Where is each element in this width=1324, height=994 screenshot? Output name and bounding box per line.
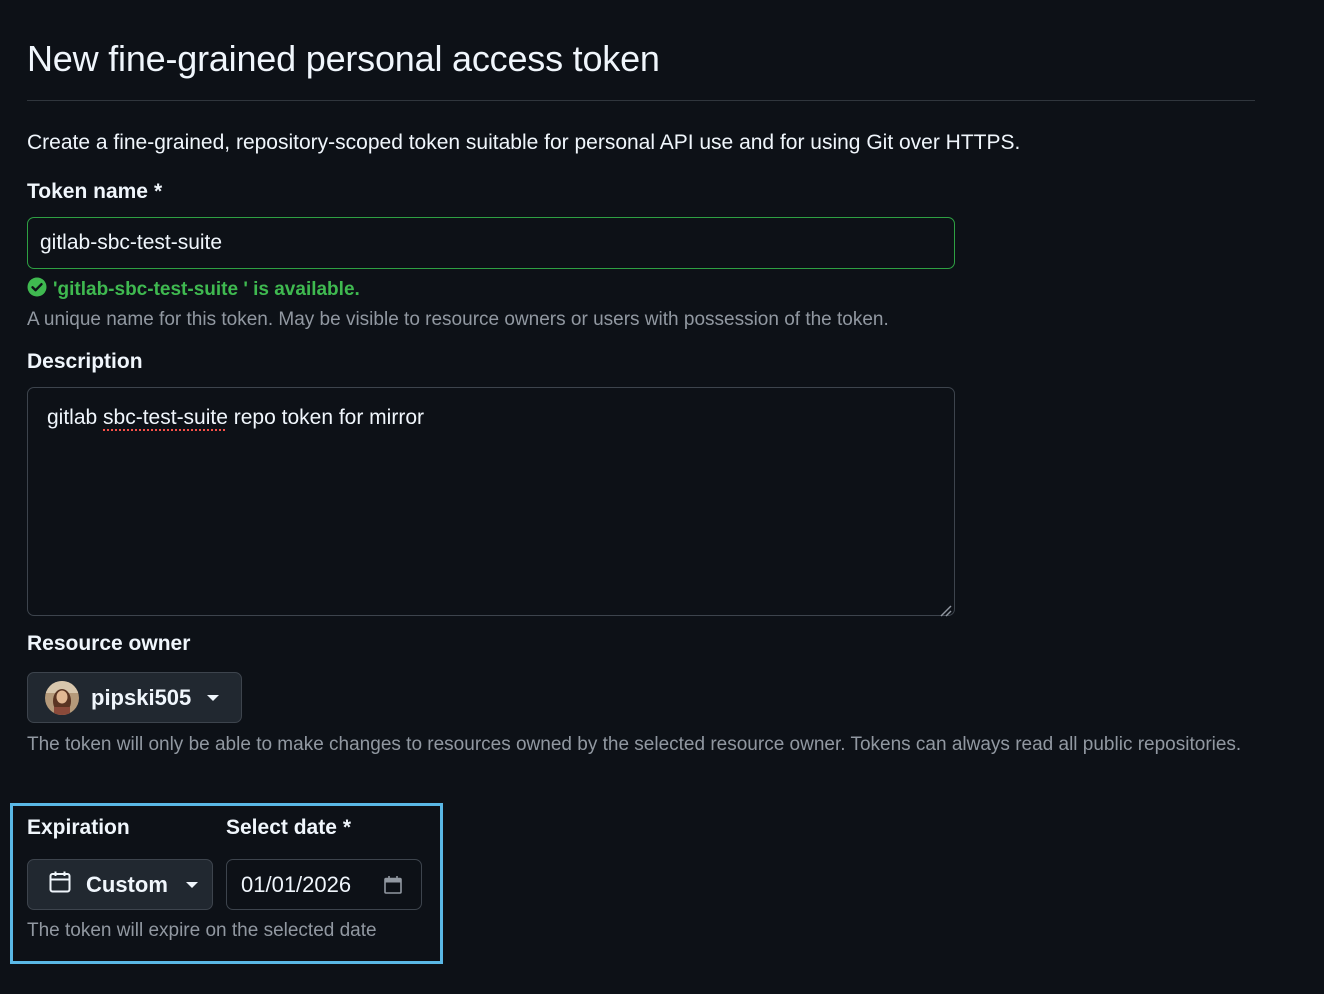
token-name-label-text: Token name — [27, 180, 148, 203]
token-name-input[interactable]: gitlab-sbc-test-suite — [27, 217, 955, 269]
required-mark: * — [342, 816, 352, 839]
resource-owner-help: The token will only be able to make chan… — [27, 734, 1242, 755]
intro-text: Create a fine-grained, repository-scoped… — [27, 131, 1021, 154]
date-input[interactable]: 01/01/2026 — [226, 859, 422, 910]
title-divider — [27, 100, 1255, 101]
token-name-label: Token name * — [27, 180, 162, 204]
expiration-dropdown[interactable]: Custom — [27, 859, 213, 910]
check-circle-icon — [27, 277, 47, 303]
description-value-misspelled: sbc-test-suite — [103, 406, 228, 429]
resize-grip-icon[interactable] — [938, 599, 952, 617]
availability-message: 'gitlab-sbc-test-suite ' is available. — [27, 277, 360, 303]
expiration-help: The token will expire on the selected da… — [27, 920, 377, 941]
page-title: New fine-grained personal access token — [27, 38, 660, 79]
required-mark: * — [153, 180, 163, 203]
description-textarea[interactable]: gitlab sbc-test-suite repo token for mir… — [27, 387, 955, 617]
select-date-label-text: Select date — [226, 816, 337, 839]
date-picker-icon[interactable] — [383, 875, 403, 901]
resource-owner-dropdown[interactable]: pipski505 — [27, 672, 242, 723]
availability-text: 'gitlab-sbc-test-suite ' is available. — [53, 279, 360, 300]
token-name-help: A unique name for this token. May be vis… — [27, 309, 889, 330]
resource-owner-label: Resource owner — [27, 632, 191, 655]
chevron-down-icon — [185, 881, 198, 888]
calendar-icon — [48, 870, 72, 900]
avatar — [45, 680, 79, 715]
description-label: Description — [27, 350, 143, 373]
expiration-value: Custom — [86, 871, 168, 897]
select-date-label: Select date * — [226, 816, 351, 840]
description-value-part1: gitlab — [47, 406, 104, 429]
description-value-part2: repo token for mirror — [227, 406, 424, 429]
expiration-label: Expiration — [27, 816, 130, 839]
date-value: 01/01/2026 — [241, 871, 352, 897]
chevron-down-icon — [207, 694, 220, 701]
resource-owner-value: pipski505 — [91, 684, 192, 710]
token-name-value: gitlab-sbc-test-suite — [40, 231, 223, 254]
